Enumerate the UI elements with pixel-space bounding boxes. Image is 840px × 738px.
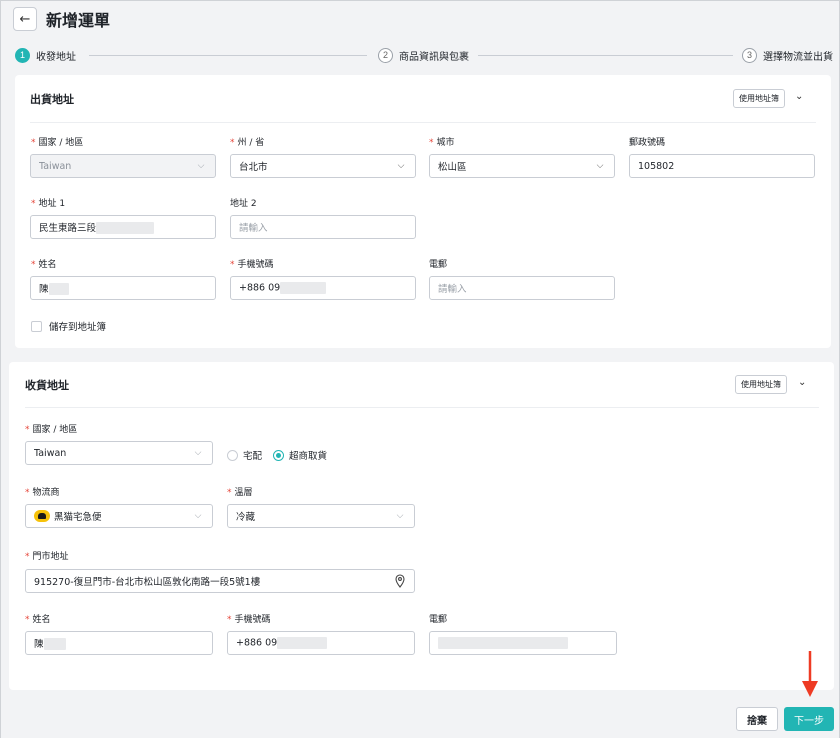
step-3-label: 選擇物流並出貨 (763, 51, 833, 63)
temp-label: * 溫層 (227, 488, 253, 498)
sender-address-card: 出貨地址 使用地址簿 ⌄ * 國家 / 地區 Taiwan ⌵ * 州 / 省 台北市… (15, 75, 831, 348)
name-label: * 姓名 (25, 615, 51, 625)
step-1: 1 收發地址 (15, 47, 76, 63)
red-arrow-annotation-icon (802, 651, 818, 697)
receiver-card-title: 收貨地址 (25, 379, 69, 392)
receiver-address-book-button[interactable]: 使用地址簿 (735, 375, 787, 394)
email-label: 電郵 (429, 615, 448, 625)
step-connector (478, 55, 733, 56)
sender-country-select[interactable]: Taiwan ⌵ (30, 154, 216, 178)
arrow-left-icon: ← (19, 11, 31, 27)
chevron-down-icon: ⌵ (197, 161, 205, 171)
chevron-down-icon: ⌵ (194, 511, 202, 521)
radio-home-label: 宅配 (243, 451, 263, 462)
sender-email-input[interactable]: 請輸入 (429, 276, 615, 300)
save-checkbox[interactable] (31, 320, 42, 332)
sender-address2-input[interactable]: 請輸入 (230, 215, 416, 239)
receiver-phone-input[interactable]: +886 09 (227, 631, 415, 655)
back-button[interactable]: ← (13, 7, 37, 31)
step-1-number: 1 (15, 47, 30, 63)
receiver-name-input[interactable]: 陳 (25, 631, 213, 655)
delivery-store-option[interactable]: 超商取貨 (273, 448, 327, 462)
radio-store-label: 超商取貨 (289, 451, 328, 462)
chevron-down-icon: ⌵ (194, 448, 202, 458)
divider (30, 122, 816, 123)
receiver-temperature-select[interactable]: 冷藏 ⌵ (227, 504, 415, 528)
chevron-down-icon[interactable]: ⌄ (795, 91, 803, 102)
email-label: 電郵 (429, 260, 448, 270)
divider (25, 407, 819, 408)
location-pin-icon[interactable] (394, 574, 406, 588)
sender-phone-input[interactable]: +886 09 (230, 276, 416, 300)
sender-state-select[interactable]: 台北市 ⌵ (230, 154, 416, 178)
sender-address1-input[interactable]: 民生東路三段 (30, 215, 216, 239)
phone-label: * 手機號碼 (227, 615, 271, 625)
chevron-down-icon: ⌵ (596, 161, 604, 171)
delivery-home-option[interactable]: 宅配 (227, 448, 262, 462)
chevron-down-icon: ⌵ (396, 511, 404, 521)
zip-label: 郵政號碼 (629, 138, 666, 148)
addr1-label: * 地址 1 (31, 199, 66, 209)
stepper: 1 收發地址 2 商品資訊與包裹 3 選擇物流並出貨 (15, 47, 833, 63)
receiver-store-address-input[interactable]: 915270-復旦門市-台北市松山區敦化南路一段5號1樓 (25, 569, 415, 593)
discard-button[interactable]: 捨棄 (736, 707, 778, 731)
chevron-down-icon[interactable]: ⌄ (798, 377, 806, 388)
sender-city-select[interactable]: 松山區 ⌵ (429, 154, 615, 178)
black-cat-logo-icon (34, 510, 50, 522)
receiver-address-card: 收貨地址 使用地址簿 ⌄ * 國家 / 地區 Taiwan ⌵ 宅配 超商取貨 * 物… (9, 362, 834, 690)
save-checkbox-label: 儲存到地址簿 (49, 322, 107, 333)
sender-name-input[interactable]: 陳 (30, 276, 216, 300)
page-header: ← 新增運單 (13, 7, 110, 31)
chevron-down-icon: ⌵ (397, 161, 405, 171)
sender-card-title: 出貨地址 (30, 93, 74, 106)
receiver-carrier-select[interactable]: 黑猫宅急便 ⌵ (25, 504, 213, 528)
step-3: 3 選擇物流並出貨 (742, 47, 833, 63)
radio-store[interactable] (273, 449, 284, 461)
step-2-label: 商品資訊與包裹 (399, 51, 469, 63)
step-1-label: 收發地址 (36, 51, 76, 63)
step-connector (89, 55, 367, 56)
step-3-number: 3 (742, 47, 757, 63)
radio-home[interactable] (227, 449, 238, 461)
receiver-email-input[interactable] (429, 631, 617, 655)
carrier-label: * 物流商 (25, 488, 60, 498)
store-label: * 門市地址 (25, 552, 69, 562)
sender-address-book-button[interactable]: 使用地址簿 (733, 89, 785, 108)
save-to-address-book[interactable]: 儲存到地址簿 (31, 319, 106, 333)
next-step-button[interactable]: 下一步 (784, 707, 834, 731)
addr2-label: 地址 2 (230, 199, 257, 209)
step-2-number: 2 (378, 47, 393, 63)
receiver-country-select[interactable]: Taiwan ⌵ (25, 441, 213, 465)
footer-bar: 捨棄 下一步 (1, 700, 839, 738)
country-label: * 國家 / 地區 (31, 138, 84, 148)
name-label: * 姓名 (31, 260, 57, 270)
state-label: * 州 / 省 (230, 138, 265, 148)
page-title: 新增運單 (46, 11, 111, 30)
phone-label: * 手機號碼 (230, 260, 274, 270)
city-label: * 城市 (429, 138, 455, 148)
sender-zip-input[interactable]: 105802 (629, 154, 815, 178)
step-2: 2 商品資訊與包裹 (378, 47, 469, 63)
country-label: * 國家 / 地區 (25, 425, 78, 435)
